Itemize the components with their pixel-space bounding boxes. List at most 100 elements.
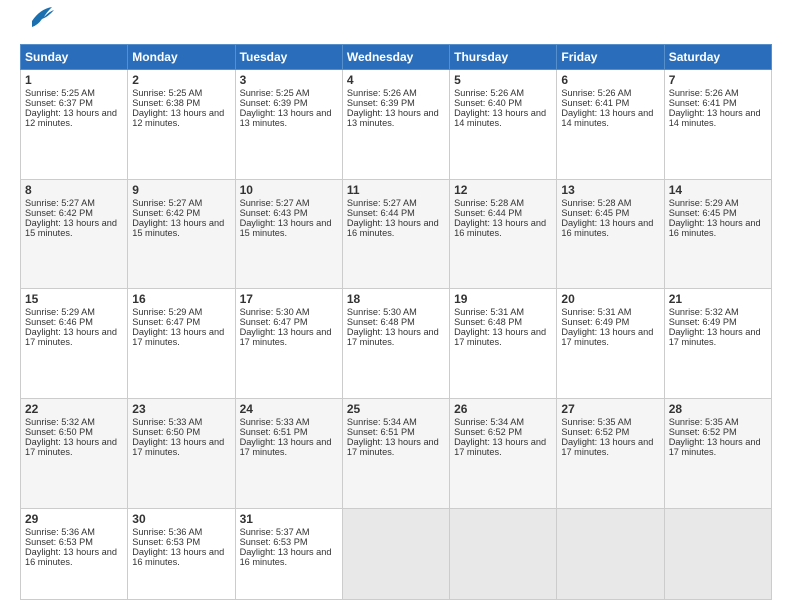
daylight-text: Daylight: 13 hours and 12 minutes. (25, 108, 117, 128)
day-number: 15 (25, 292, 123, 306)
col-tuesday: Tuesday (235, 44, 342, 69)
table-row: 24Sunrise: 5:33 AMSunset: 6:51 PMDayligh… (235, 399, 342, 509)
day-number: 24 (240, 402, 338, 416)
table-row: 7Sunrise: 5:26 AMSunset: 6:41 PMDaylight… (664, 69, 771, 179)
table-row (342, 508, 449, 599)
table-row: 14Sunrise: 5:29 AMSunset: 6:45 PMDayligh… (664, 179, 771, 289)
day-number: 22 (25, 402, 123, 416)
daylight-text: Daylight: 13 hours and 16 minutes. (454, 218, 546, 238)
day-number: 20 (561, 292, 659, 306)
daylight-text: Daylight: 13 hours and 17 minutes. (132, 437, 224, 457)
day-number: 21 (669, 292, 767, 306)
sunset-text: Sunset: 6:47 PM (240, 317, 308, 327)
table-row: 8Sunrise: 5:27 AMSunset: 6:42 PMDaylight… (21, 179, 128, 289)
table-row: 22Sunrise: 5:32 AMSunset: 6:50 PMDayligh… (21, 399, 128, 509)
table-row: 27Sunrise: 5:35 AMSunset: 6:52 PMDayligh… (557, 399, 664, 509)
daylight-text: Daylight: 13 hours and 14 minutes. (454, 108, 546, 128)
sunrise-text: Sunrise: 5:29 AM (132, 307, 202, 317)
sunrise-text: Sunrise: 5:32 AM (669, 307, 739, 317)
daylight-text: Daylight: 13 hours and 14 minutes. (561, 108, 653, 128)
table-row: 20Sunrise: 5:31 AMSunset: 6:49 PMDayligh… (557, 289, 664, 399)
daylight-text: Daylight: 13 hours and 17 minutes. (347, 327, 439, 347)
day-number: 6 (561, 73, 659, 87)
sunrise-text: Sunrise: 5:27 AM (132, 198, 202, 208)
table-row: 26Sunrise: 5:34 AMSunset: 6:52 PMDayligh… (450, 399, 557, 509)
sunrise-text: Sunrise: 5:31 AM (561, 307, 631, 317)
daylight-text: Daylight: 13 hours and 16 minutes. (669, 218, 761, 238)
sunrise-text: Sunrise: 5:33 AM (240, 417, 310, 427)
day-number: 27 (561, 402, 659, 416)
col-saturday: Saturday (664, 44, 771, 69)
sunset-text: Sunset: 6:53 PM (240, 537, 308, 547)
day-number: 28 (669, 402, 767, 416)
sunrise-text: Sunrise: 5:26 AM (454, 88, 524, 98)
sunrise-text: Sunrise: 5:26 AM (669, 88, 739, 98)
table-row: 15Sunrise: 5:29 AMSunset: 6:46 PMDayligh… (21, 289, 128, 399)
day-number: 12 (454, 183, 552, 197)
sunset-text: Sunset: 6:50 PM (25, 427, 93, 437)
table-row: 6Sunrise: 5:26 AMSunset: 6:41 PMDaylight… (557, 69, 664, 179)
sunrise-text: Sunrise: 5:33 AM (132, 417, 202, 427)
daylight-text: Daylight: 13 hours and 16 minutes. (132, 547, 224, 567)
sunset-text: Sunset: 6:49 PM (561, 317, 629, 327)
sunset-text: Sunset: 6:49 PM (669, 317, 737, 327)
sunset-text: Sunset: 6:41 PM (561, 98, 629, 108)
logo-bird-icon (22, 3, 54, 31)
daylight-text: Daylight: 13 hours and 17 minutes. (25, 437, 117, 457)
day-number: 3 (240, 73, 338, 87)
day-number: 2 (132, 73, 230, 87)
table-row: 30Sunrise: 5:36 AMSunset: 6:53 PMDayligh… (128, 508, 235, 599)
sunset-text: Sunset: 6:40 PM (454, 98, 522, 108)
table-row: 11Sunrise: 5:27 AMSunset: 6:44 PMDayligh… (342, 179, 449, 289)
day-number: 26 (454, 402, 552, 416)
sunset-text: Sunset: 6:51 PM (347, 427, 415, 437)
sunset-text: Sunset: 6:48 PM (454, 317, 522, 327)
sunrise-text: Sunrise: 5:34 AM (454, 417, 524, 427)
logo (20, 16, 54, 36)
table-row: 21Sunrise: 5:32 AMSunset: 6:49 PMDayligh… (664, 289, 771, 399)
daylight-text: Daylight: 13 hours and 12 minutes. (132, 108, 224, 128)
col-friday: Friday (557, 44, 664, 69)
daylight-text: Daylight: 13 hours and 13 minutes. (347, 108, 439, 128)
daylight-text: Daylight: 13 hours and 16 minutes. (347, 218, 439, 238)
table-row: 29Sunrise: 5:36 AMSunset: 6:53 PMDayligh… (21, 508, 128, 599)
sunrise-text: Sunrise: 5:27 AM (240, 198, 310, 208)
table-row: 1Sunrise: 5:25 AMSunset: 6:37 PMDaylight… (21, 69, 128, 179)
daylight-text: Daylight: 13 hours and 17 minutes. (669, 327, 761, 347)
day-number: 29 (25, 512, 123, 526)
sunset-text: Sunset: 6:52 PM (669, 427, 737, 437)
day-number: 8 (25, 183, 123, 197)
sunrise-text: Sunrise: 5:26 AM (561, 88, 631, 98)
day-number: 19 (454, 292, 552, 306)
day-number: 31 (240, 512, 338, 526)
daylight-text: Daylight: 13 hours and 17 minutes. (669, 437, 761, 457)
daylight-text: Daylight: 13 hours and 17 minutes. (454, 437, 546, 457)
sunset-text: Sunset: 6:45 PM (669, 208, 737, 218)
sunset-text: Sunset: 6:43 PM (240, 208, 308, 218)
sunset-text: Sunset: 6:45 PM (561, 208, 629, 218)
sunset-text: Sunset: 6:39 PM (347, 98, 415, 108)
sunset-text: Sunset: 6:38 PM (132, 98, 200, 108)
day-number: 23 (132, 402, 230, 416)
sunrise-text: Sunrise: 5:27 AM (25, 198, 95, 208)
daylight-text: Daylight: 13 hours and 14 minutes. (669, 108, 761, 128)
sunrise-text: Sunrise: 5:29 AM (25, 307, 95, 317)
day-number: 5 (454, 73, 552, 87)
sunset-text: Sunset: 6:44 PM (454, 208, 522, 218)
table-row: 10Sunrise: 5:27 AMSunset: 6:43 PMDayligh… (235, 179, 342, 289)
day-number: 30 (132, 512, 230, 526)
daylight-text: Daylight: 13 hours and 16 minutes. (240, 547, 332, 567)
daylight-text: Daylight: 13 hours and 17 minutes. (240, 327, 332, 347)
sunset-text: Sunset: 6:47 PM (132, 317, 200, 327)
table-row: 16Sunrise: 5:29 AMSunset: 6:47 PMDayligh… (128, 289, 235, 399)
table-row: 25Sunrise: 5:34 AMSunset: 6:51 PMDayligh… (342, 399, 449, 509)
table-row (450, 508, 557, 599)
table-row: 19Sunrise: 5:31 AMSunset: 6:48 PMDayligh… (450, 289, 557, 399)
day-number: 10 (240, 183, 338, 197)
sunrise-text: Sunrise: 5:30 AM (240, 307, 310, 317)
sunrise-text: Sunrise: 5:29 AM (669, 198, 739, 208)
table-row: 18Sunrise: 5:30 AMSunset: 6:48 PMDayligh… (342, 289, 449, 399)
daylight-text: Daylight: 13 hours and 17 minutes. (561, 437, 653, 457)
sunrise-text: Sunrise: 5:36 AM (25, 527, 95, 537)
sunset-text: Sunset: 6:53 PM (132, 537, 200, 547)
